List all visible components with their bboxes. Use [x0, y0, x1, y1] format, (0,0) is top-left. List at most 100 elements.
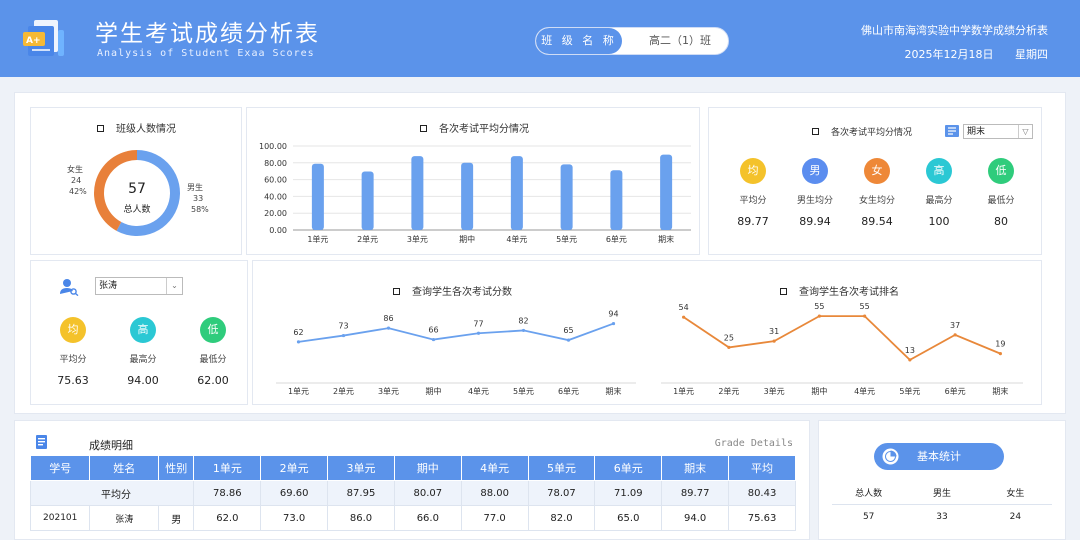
column-header[interactable]: 期中	[393, 455, 462, 481]
stat-value: 94.00	[127, 374, 159, 387]
column-header[interactable]: 平均	[728, 455, 796, 481]
data-point[interactable]	[908, 358, 912, 362]
data-point[interactable]	[386, 326, 391, 330]
data-point[interactable]	[566, 338, 571, 342]
x-tick-label: 6单元	[945, 386, 966, 396]
stat-label: 平均分	[59, 355, 87, 365]
column-header[interactable]: 1单元	[193, 455, 262, 481]
data-point[interactable]	[727, 345, 731, 349]
table-cell: 86.0	[327, 505, 395, 531]
document-icon	[36, 435, 47, 449]
column-header[interactable]: 6单元	[594, 455, 663, 481]
female-pct: 42%	[69, 187, 87, 196]
column-header[interactable]: 性别	[157, 455, 195, 481]
bar[interactable]	[461, 162, 474, 230]
student_panel-stat-0: 均平均分 75.63	[43, 317, 103, 387]
class-selector[interactable]: 班 级 名 称 高二（1）班	[535, 27, 729, 55]
data-point[interactable]	[998, 352, 1002, 356]
stat-badge-icon: 低	[988, 158, 1014, 184]
table-header-row: 学号 姓名 性别 1单元 2单元 3单元 期中 4单元 5单元 6单元 期末 平均	[29, 455, 796, 481]
table-cell: 202101	[29, 505, 91, 531]
data-label: 55	[860, 302, 870, 311]
female-label: 女生	[67, 165, 83, 174]
table-cell: 82.0	[527, 505, 596, 531]
x-tick-label: 4单元	[854, 386, 875, 396]
class-count-panel: 班级人数情况 57 总人数 女生 24 42% 男生 33 58%	[30, 107, 242, 255]
x-tick-label: 2单元	[718, 386, 739, 396]
bar[interactable]	[361, 171, 374, 230]
column-header[interactable]: 姓名	[89, 455, 159, 481]
data-point[interactable]	[476, 331, 481, 335]
data-point[interactable]	[611, 321, 616, 326]
column-header[interactable]: 4单元	[460, 455, 529, 481]
column-header[interactable]: 3单元	[327, 455, 395, 481]
square-icon	[812, 128, 819, 135]
bar[interactable]	[610, 170, 623, 230]
basic-stats-values: 57 33 24	[832, 512, 1052, 522]
avg-bar-panel: 各次考试平均分情况 0.00 20.00 40.00 60.00 80.00 100.00…	[246, 107, 700, 255]
bar[interactable]	[411, 156, 424, 230]
data-point[interactable]	[296, 340, 301, 344]
basic-stats-button[interactable]: 基本统计	[874, 443, 1004, 470]
female-count: 24	[71, 176, 82, 185]
exam-stats-title-text: 各次考试平均分情况	[831, 128, 913, 138]
student-panel: 张涛 ⌄ 均平均分 75.63 高最高分 94.00 低最低分 62.00	[30, 260, 248, 405]
data-point[interactable]	[953, 333, 957, 337]
data-label: 73	[338, 322, 348, 331]
stat-label: 最高分	[129, 355, 157, 365]
male-pct: 58%	[191, 205, 209, 214]
data-point[interactable]	[341, 333, 346, 338]
data-point[interactable]	[863, 314, 867, 318]
data-point[interactable]	[817, 314, 821, 318]
score-line-chart: 62 1单元 73 2单元 86 3单元 66 期中 77 4单元 82 5单元 65 6单元 94 期末	[276, 310, 636, 396]
x-tick-label: 4单元	[506, 234, 527, 244]
student-select-value: 张涛	[99, 281, 118, 291]
data-label: 94	[608, 310, 618, 319]
bar[interactable]	[510, 156, 523, 230]
class-label: 班 级 名 称	[536, 28, 622, 54]
class-value[interactable]: 高二（1）班	[632, 28, 728, 54]
column-header[interactable]: 5单元	[527, 455, 596, 481]
basic-stats-header: 总人数 男生 女生	[832, 486, 1052, 499]
table-cell: 75.63	[728, 505, 796, 531]
x-tick-label: 6单元	[606, 234, 627, 244]
bar[interactable]	[311, 163, 324, 230]
column-header[interactable]: 期末	[661, 455, 730, 481]
stat-label: 最低分	[987, 196, 1015, 206]
table-cell: 男	[157, 505, 195, 531]
avg-bar-chart: 0.00 20.00 40.00 60.00 80.00 100.00 1单元 2单元 3单元 期…	[259, 142, 691, 244]
table-cell: 77.0	[460, 505, 529, 531]
data-label: 65	[563, 326, 573, 335]
stat-label: 平均分	[739, 196, 767, 206]
table-row[interactable]: 202101 张涛男 62.0 73.0 86.0 66.0 77.0 82.0 65.0 94.…	[29, 505, 796, 531]
total-label: 总人数	[123, 205, 151, 215]
x-tick-label: 5单元	[556, 234, 577, 244]
avg-row-label: 平均分	[29, 480, 195, 506]
data-point[interactable]	[682, 315, 686, 319]
x-tick-label: 3单元	[378, 386, 399, 396]
data-label: 55	[814, 302, 824, 311]
basic-col-female: 女生	[1006, 489, 1025, 499]
stat-label: 最低分	[199, 355, 227, 365]
exam-stats-title: 各次考试平均分情况	[812, 125, 912, 138]
basic-val-total: 57	[862, 512, 875, 522]
student-select[interactable]: 张涛 ⌄	[95, 277, 183, 295]
bar[interactable]	[560, 164, 573, 230]
details-title: 成绩明细	[89, 439, 133, 452]
data-label: 62	[293, 328, 303, 337]
table-cell: 65.0	[594, 505, 663, 531]
stats_panel-stat-0: 均平均分 89.77	[723, 158, 783, 228]
y-tick-label: 80.00	[264, 159, 287, 168]
data-point[interactable]	[431, 337, 436, 342]
column-header[interactable]: 2单元	[260, 455, 329, 481]
y-tick-label: 60.00	[264, 176, 287, 185]
data-point[interactable]	[772, 339, 776, 343]
user-search-icon	[60, 279, 79, 296]
column-header[interactable]: 学号	[29, 455, 91, 481]
data-point[interactable]	[521, 328, 526, 333]
x-tick-label: 2单元	[333, 386, 354, 396]
exam-select[interactable]: 期末 ▽	[963, 124, 1033, 139]
data-label: 19	[995, 340, 1005, 349]
bar[interactable]	[660, 154, 673, 230]
x-tick-label: 期中	[459, 234, 475, 244]
